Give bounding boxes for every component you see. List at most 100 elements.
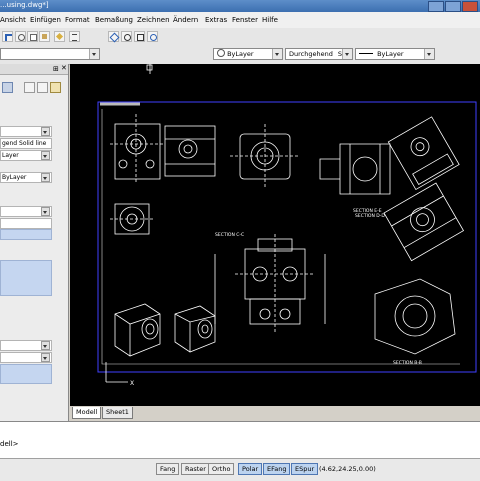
selected-property-group[interactable] [0,260,52,296]
scissors-icon [18,34,25,41]
selected-property-row[interactable] [0,229,52,240]
menu-format[interactable]: Format [65,16,90,24]
drawing-canvas[interactable]: SECTION E-E SECTION B-B SECTION D-D SECT… [70,64,480,406]
section-label: SECTION D-D [355,213,385,219]
view-border [101,109,460,365]
properties-panel: ⊞ ✕ gend Solid line Layer ByLayer [0,64,69,421]
properties-toolbar: ByLayer Durchgehend Soli ByLayer [0,46,480,65]
menu-extras[interactable]: Extras [205,16,227,24]
section-label: SECTION C-C [215,232,244,238]
lineweight-combo[interactable]: ByLayer [355,48,435,60]
property-linetype[interactable]: gend Solid line [0,138,52,149]
menu-zeichnen[interactable]: Zeichnen [137,16,170,24]
cursor-pickbox [146,64,153,71]
part-view-right [387,116,460,191]
paste-button[interactable] [39,31,50,42]
color-combo[interactable]: ByLayer [213,48,283,60]
close-button[interactable] [462,1,478,12]
grid-toggle[interactable]: Raster [181,463,210,475]
chevron-down-icon [41,127,50,136]
polar-toggle[interactable]: Polar [238,463,263,475]
match-properties-button[interactable] [54,31,65,42]
title-bar: ...using.dwg*] [0,0,480,12]
part-view-isometric-2 [174,305,216,353]
otrack-toggle[interactable]: ESpur [291,463,319,475]
svg-text:X: X [130,380,134,387]
panel-header: ⊞ ✕ [0,64,68,75]
osnap-toggle[interactable]: EFang [263,463,291,475]
undo-button[interactable] [2,31,13,42]
zoom-previous-icon [150,34,157,41]
minimize-button[interactable] [428,1,444,12]
copy-icon [30,34,37,41]
maximize-button[interactable] [445,1,461,12]
part-view-bottom-right: SECTION B-B [374,278,456,366]
copy-button[interactable] [27,31,38,42]
zoom-window-button[interactable] [134,31,145,42]
part-view-top-center [230,124,300,189]
part-view-right-lower [383,182,465,262]
list-button[interactable] [69,31,80,42]
menu-bemassung[interactable]: Bemaßung [95,16,133,24]
chevron-down-icon [41,341,50,350]
linetype-value: Durchgehend [289,50,333,58]
part-view-center [214,234,326,334]
quick-select-icon[interactable] [24,82,35,93]
chevron-down-icon [41,173,50,182]
chevron-down-icon [272,49,282,59]
coordinate-readout: (4.62,24.25,0.00) [319,465,376,473]
line-sample-icon [359,53,373,54]
property-row[interactable] [0,218,52,229]
menu-ansicht[interactable]: Ansicht [0,16,26,24]
select-objects-icon[interactable] [2,82,13,93]
snap-toggle[interactable]: Fang [156,463,180,475]
chevron-down-icon [89,49,99,59]
color-circle-icon [217,49,225,57]
cut-button[interactable] [15,31,26,42]
chevron-down-icon [424,49,434,59]
chevron-down-icon [342,49,352,59]
pin-icon[interactable]: ⊞ [53,65,59,73]
zoom-icon [124,34,131,41]
chevron-down-icon [41,353,50,362]
linetype-combo[interactable]: Durchgehend Soli [285,48,353,60]
chevron-down-icon [41,151,50,160]
color-value: ByLayer [227,50,254,58]
menu-hilfe[interactable]: Hilfe [262,16,278,24]
command-prompt: dell> [0,440,19,448]
section-label: SECTION B-B [393,360,422,366]
tab-sheet1[interactable]: Sheet1 [102,407,133,419]
status-bar: Fang Raster Ortho Polar EFang ESpur (4.6… [0,458,480,481]
toggle-pickadd-icon[interactable] [37,82,48,93]
brush-icon [55,32,64,41]
cad-drawing: SECTION E-E SECTION B-B SECTION D-D SECT… [97,64,477,387]
panel-toolbar [0,81,68,94]
tab-modell[interactable]: Modell [72,407,102,419]
menu-bar: Ansicht Einfügen Format Bemaßung Zeichne… [0,12,480,28]
zoom-realtime-button[interactable] [121,31,132,42]
part-view-top-left [110,114,216,184]
zoom-previous-button[interactable] [147,31,158,42]
part-view-left-small [110,203,155,235]
standard-toolbar [0,28,480,47]
undo-icon [5,34,12,41]
layer-combo[interactable] [0,48,100,60]
command-line[interactable]: dell> [0,421,480,459]
paste-icon [42,34,47,39]
close-icon[interactable]: ✕ [61,64,67,72]
help-icon[interactable] [50,82,61,93]
layout-tabs: Modell Sheet1 [70,406,480,421]
part-view-isometric-1 [114,303,161,357]
menu-einfuegen[interactable]: Einfügen [30,16,61,24]
menu-aendern[interactable]: Ändern [173,16,198,24]
ucs-icon: X [105,362,134,387]
pan-icon [109,32,120,43]
selected-property-row[interactable] [0,364,52,384]
zoom-window-icon [137,34,144,41]
pan-button[interactable] [108,31,120,43]
window-title: ...using.dwg*] [0,1,49,9]
ortho-toggle[interactable]: Ortho [208,463,235,475]
chevron-down-icon [41,207,50,216]
menu-fenster[interactable]: Fenster [232,16,258,24]
part-view-section: SECTION E-E [319,143,391,214]
